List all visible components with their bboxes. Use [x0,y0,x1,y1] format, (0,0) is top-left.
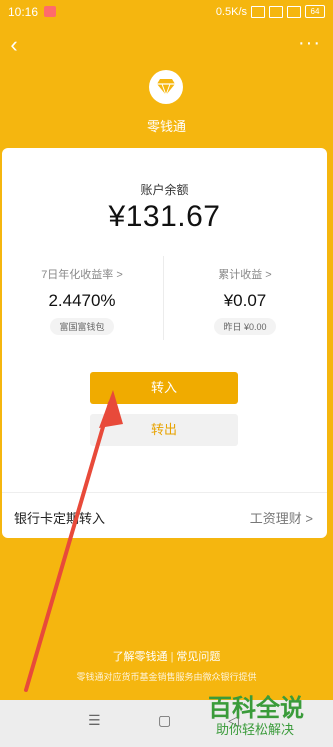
signal-icon [269,5,283,18]
alarm-icon [251,5,265,18]
footer-separator: | [170,651,174,663]
top-nav: ‹ ··· [0,30,333,60]
watermark-logo: 百科全说 [208,695,304,722]
balance-value: ¥131.67 [108,200,221,233]
menu-icon[interactable]: ☰ [88,712,101,729]
transfer-out-button[interactable]: 转出 [90,414,238,446]
row-divider [2,492,327,493]
back-icon[interactable]: ‹ [4,32,24,58]
status-time: 10:16 [8,5,39,19]
faq-link[interactable]: 常见问题 [176,651,220,663]
learn-more-link[interactable]: 了解零钱通 [113,651,168,663]
page-title: 零钱通 [146,119,186,134]
diamond-icon [149,70,183,104]
footer-note: 零钱通对应货币基金销售服务由微众银行提供 [76,672,257,682]
more-dots-icon[interactable]: ··· [298,32,321,55]
total-label: 累计收益 > [218,269,272,281]
total-value: ¥0.07 [223,291,267,310]
stat-divider [163,256,164,340]
status-bar: 10:16 0.5K/s 64 [0,0,333,24]
balance-label: 账户余额 [140,183,189,197]
total-earnings-stat[interactable]: 累计收益 > ¥0.07 昨日 ¥0.00 [165,266,325,335]
bank-fixed-transfer-link[interactable]: 银行卡定期转入 [14,508,105,527]
yield-value: 2.4470% [48,291,116,310]
yesterday-chip: 昨日 ¥0.00 [214,318,276,335]
fund-chip: 富国富钱包 [50,318,114,335]
yield-label: 7日年化收益率 > [41,269,123,281]
network-speed: 0.5K/s [215,5,247,18]
status-right: 0.5K/s 64 [216,5,325,18]
home-icon[interactable]: ▢ [158,712,171,729]
watermark-tagline: 助你轻松解决 [216,722,295,737]
salary-finance-link[interactable]: 工资理财 > [250,508,313,527]
balance-card: 账户余额 ¥131.67 7日年化收益率 > 2.4470% 富国富钱包 累计收… [2,148,327,538]
battery-icon: 64 [305,5,325,18]
yield-stat[interactable]: 7日年化收益率 > 2.4470% 富国富钱包 [2,266,162,335]
footer-links: 了解零钱通 | 常见问题 [0,648,333,664]
transfer-in-button[interactable]: 转入 [90,372,238,404]
notification-icon [44,6,56,17]
wifi-icon [287,5,301,18]
